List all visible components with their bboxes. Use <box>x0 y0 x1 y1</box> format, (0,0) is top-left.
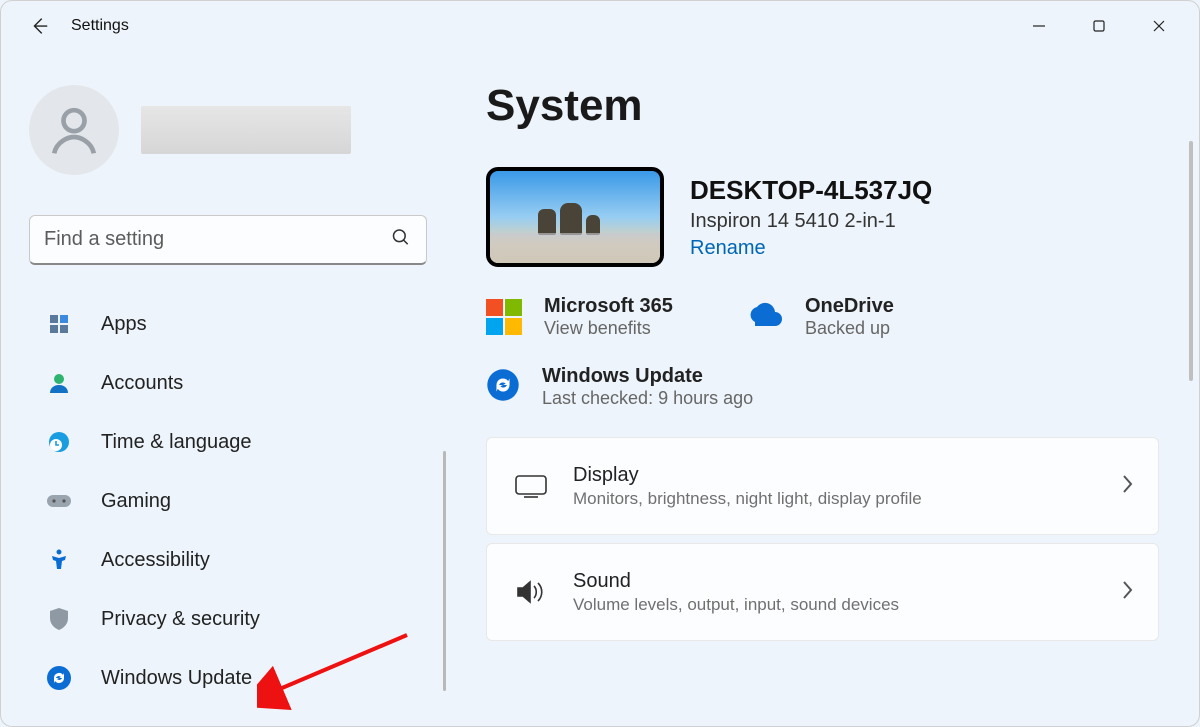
nav-label: Privacy & security <box>101 608 260 631</box>
search-icon <box>391 228 411 253</box>
rename-link[interactable]: Rename <box>690 237 932 260</box>
device-info: DESKTOP-4L537JQ Inspiron 14 5410 2-in-1 … <box>690 175 932 260</box>
window-controls <box>1009 6 1189 46</box>
nav-label: Accounts <box>101 372 183 395</box>
sidebar: Apps Accounts Time & language Gaming <box>1 51 446 726</box>
device-row: DESKTOP-4L537JQ Inspiron 14 5410 2-in-1 … <box>486 167 1159 267</box>
windows-update-card[interactable]: Windows Update Last checked: 9 hours ago <box>486 365 1159 409</box>
shield-icon <box>45 605 73 633</box>
profile-name-placeholder <box>141 106 351 154</box>
sidebar-item-time-language[interactable]: Time & language <box>1 413 446 471</box>
info-title: Windows Update <box>542 365 753 388</box>
nav-list: Apps Accounts Time & language Gaming <box>1 295 446 707</box>
sidebar-item-accessibility[interactable]: Accessibility <box>1 531 446 589</box>
settings-sub: Monitors, brightness, night light, displ… <box>573 489 1120 509</box>
device-name: DESKTOP-4L537JQ <box>690 175 932 206</box>
page-scrollbar[interactable] <box>1189 141 1193 381</box>
sound-icon <box>511 578 551 606</box>
close-button[interactable] <box>1129 6 1189 46</box>
clock-globe-icon <box>45 428 73 456</box>
avatar <box>29 85 119 175</box>
settings-item-sound[interactable]: Sound Volume levels, output, input, soun… <box>486 543 1159 641</box>
info-sub: Backed up <box>805 318 894 339</box>
display-icon <box>511 473 551 499</box>
person-icon <box>46 102 102 158</box>
accessibility-icon <box>45 546 73 574</box>
sidebar-item-apps[interactable]: Apps <box>1 295 446 353</box>
desktop-thumbnail[interactable] <box>486 167 664 267</box>
info-sub: View benefits <box>544 318 673 339</box>
maximize-icon <box>1092 19 1106 33</box>
gaming-icon <box>45 487 73 515</box>
device-model: Inspiron 14 5410 2-in-1 <box>690 210 932 233</box>
microsoft-365-card[interactable]: Microsoft 365 View benefits <box>486 295 673 339</box>
onedrive-card[interactable]: OneDrive Backed up <box>743 295 894 339</box>
nav-label: Apps <box>101 313 147 336</box>
info-sub: Last checked: 9 hours ago <box>542 388 753 409</box>
search-input[interactable] <box>29 215 427 265</box>
titlebar: Settings <box>1 1 1199 51</box>
back-arrow-icon <box>28 15 50 37</box>
settings-title: Display <box>573 464 1120 487</box>
windows-update-icon <box>486 368 520 407</box>
app-title: Settings <box>71 17 129 35</box>
main-content: System DESKTOP-4L537JQ Inspiron 14 5410 … <box>446 51 1199 726</box>
chevron-right-icon <box>1120 473 1134 500</box>
minimize-icon <box>1032 19 1046 33</box>
chevron-right-icon <box>1120 579 1134 606</box>
nav-label: Accessibility <box>101 549 210 572</box>
settings-title: Sound <box>573 570 1120 593</box>
page-title: System <box>486 81 1159 131</box>
settings-sub: Volume levels, output, input, sound devi… <box>573 595 1120 615</box>
back-button[interactable] <box>19 6 59 46</box>
maximize-button[interactable] <box>1069 6 1129 46</box>
info-title: Microsoft 365 <box>544 295 673 318</box>
search-wrapper <box>29 215 427 265</box>
onedrive-cloud-icon <box>743 302 783 333</box>
accounts-icon <box>45 369 73 397</box>
settings-list: Display Monitors, brightness, night ligh… <box>486 437 1159 641</box>
nav-label: Gaming <box>101 490 171 513</box>
profile-section[interactable] <box>1 61 446 175</box>
nav-label: Windows Update <box>101 667 252 690</box>
nav-label: Time & language <box>101 431 251 454</box>
sidebar-item-privacy-security[interactable]: Privacy & security <box>1 590 446 648</box>
sidebar-item-accounts[interactable]: Accounts <box>1 354 446 412</box>
info-title: OneDrive <box>805 295 894 318</box>
microsoft-logo-icon <box>486 299 522 335</box>
sidebar-item-gaming[interactable]: Gaming <box>1 472 446 530</box>
close-icon <box>1152 19 1166 33</box>
sidebar-item-windows-update[interactable]: Windows Update <box>1 649 446 707</box>
windows-update-icon <box>45 664 73 692</box>
minimize-button[interactable] <box>1009 6 1069 46</box>
apps-icon <box>45 310 73 338</box>
settings-item-display[interactable]: Display Monitors, brightness, night ligh… <box>486 437 1159 535</box>
